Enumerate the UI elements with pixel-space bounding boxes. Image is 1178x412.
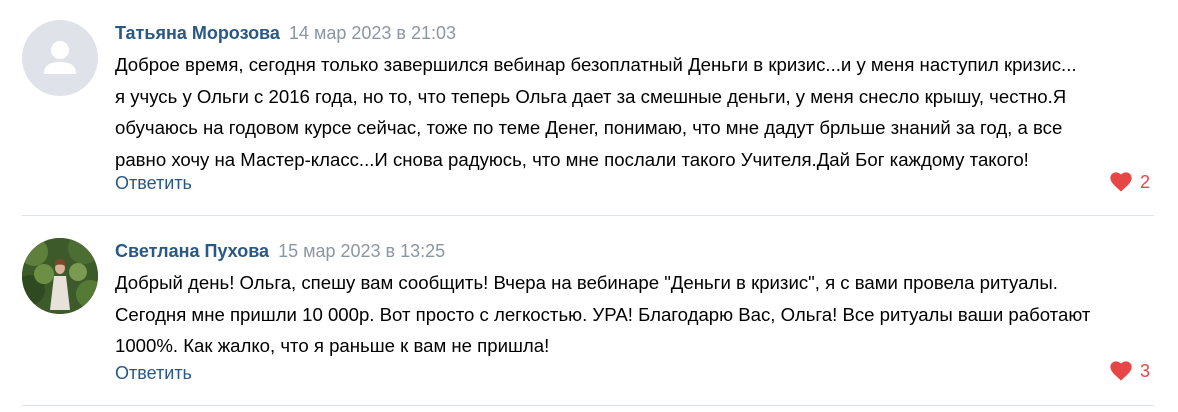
reply-button[interactable]: Ответить [115,171,192,195]
avatar[interactable] [22,238,98,314]
comment-text-line: Сегодня мне пришли 10 000р. Вот просто с… [115,303,1091,325]
heart-icon [1110,361,1132,381]
default-user-icon [44,41,76,74]
comment-text-line: 1000%. Как жалко, что я раньше к вам не … [115,335,550,356]
comment-date[interactable]: 15 мар 2023 в 13:25 [278,241,445,261]
comment-header: Светлана Пухова 15 мар 2023 в 13:25 [115,239,445,263]
author-name[interactable]: Светлана Пухова [115,241,269,261]
comment-text-line: Доброе время, сегодня только завершился … [115,54,1077,75]
divider [22,405,1154,406]
comment-date[interactable]: 14 мар 2023 в 21:03 [289,23,456,43]
like-count: 3 [1139,361,1150,381]
like-button[interactable]: 3 [1110,359,1150,383]
like-count: 2 [1139,172,1150,192]
comment-text: Добрый день! Ольга, спешу вам сообщить! … [115,267,1160,362]
reply-button[interactable]: Ответить [115,361,192,385]
avatar[interactable] [22,20,98,96]
comment-text-line: Добрый день! Ольга, спешу вам сообщить! … [115,272,1058,293]
comments-list: Татьяна Морозова 14 мар 2023 в 21:03 Доб… [0,0,1178,412]
comment: Светлана Пухова 15 мар 2023 в 13:25 Добр… [0,216,1178,404]
comment-text-line: я учусь у Ольги с 2016 года, но то, что … [115,85,1067,107]
user-photo [22,238,98,314]
comment-text-line: обучаюсь на годовом курсе сейчас, тоже п… [115,117,1063,138]
comment: Татьяна Морозова 14 мар 2023 в 21:03 Доб… [0,0,1178,215]
heart-icon [1110,172,1132,192]
comment-text: Доброе время, сегодня только завершился … [115,49,1160,175]
comment-header: Татьяна Морозова 14 мар 2023 в 21:03 [115,21,456,45]
comment-text-line: равно хочу на Мастер-класс...И снова рад… [115,148,1029,170]
like-button[interactable]: 2 [1110,170,1150,194]
author-name[interactable]: Татьяна Морозова [115,23,280,43]
